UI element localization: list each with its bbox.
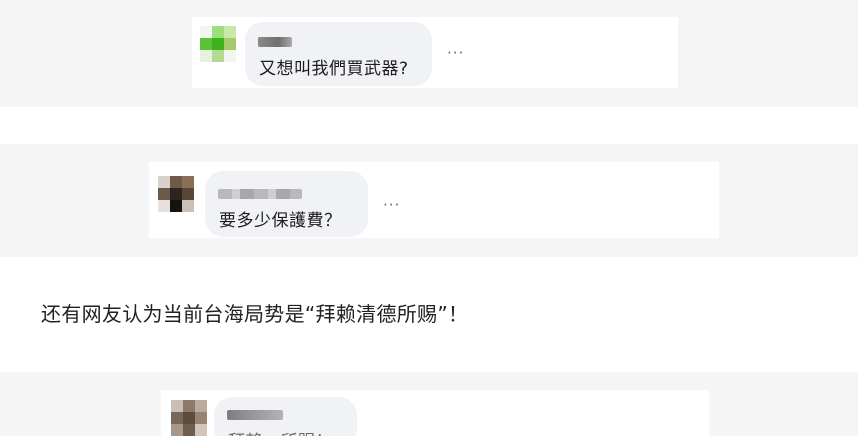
blurred-username xyxy=(218,189,302,199)
avatar-icon[interactable] xyxy=(158,176,194,212)
comment-text: 要多少保護費？ xyxy=(219,211,342,231)
blurred-username xyxy=(258,37,292,47)
comment-text: 拜賴…所賜！ xyxy=(228,427,333,436)
avatar-icon[interactable] xyxy=(200,26,236,62)
comment-text: 又想叫我們買武器? xyxy=(259,59,409,79)
article-paragraph: 还有网友认为当前台海局势是“拜赖清德所赐”！ xyxy=(41,302,469,326)
more-options-icon[interactable]: ··· xyxy=(447,44,464,62)
avatar-icon[interactable] xyxy=(171,400,207,436)
blurred-username xyxy=(227,410,283,420)
more-options-icon[interactable]: ··· xyxy=(383,196,400,214)
